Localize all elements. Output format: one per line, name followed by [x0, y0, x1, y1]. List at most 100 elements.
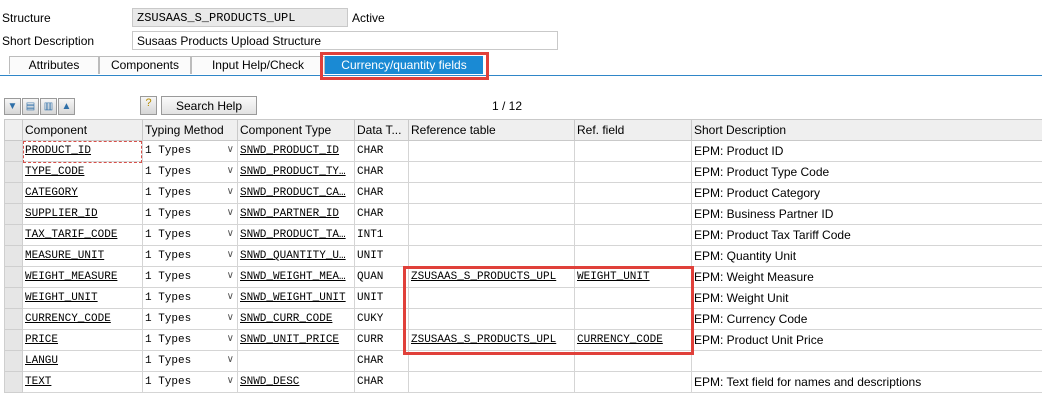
row-selector[interactable]	[4, 371, 23, 393]
tab-attributes[interactable]: Attributes	[9, 56, 99, 74]
row-selector[interactable]	[4, 308, 23, 330]
component-cell[interactable]: TYPE_CODE	[22, 161, 143, 183]
short-description-field[interactable]: Susaas Products Upload Structure	[132, 31, 558, 50]
component-cell[interactable]: PRICE	[22, 329, 143, 351]
component-type-cell[interactable]: SNWD_PRODUCT_TY…	[237, 161, 355, 183]
row-selector[interactable]	[4, 203, 23, 225]
typing-method-cell[interactable]: 1 Types ∨	[142, 203, 238, 225]
component-cell[interactable]: PRODUCT_ID	[22, 140, 143, 162]
col-component-type[interactable]: Component Type	[237, 119, 355, 141]
reference-table-cell[interactable]	[408, 371, 575, 393]
ref-field-cell[interactable]	[574, 308, 692, 330]
reference-table-cell[interactable]	[408, 224, 575, 246]
expand-all-icon[interactable]: ▼	[4, 97, 21, 115]
row-selector[interactable]	[4, 224, 23, 246]
typing-method-cell[interactable]: 1 Types ∨	[142, 245, 238, 267]
chevron-down-icon[interactable]: ∨	[227, 375, 234, 387]
ref-field-cell[interactable]	[574, 140, 692, 162]
chevron-down-icon[interactable]: ∨	[227, 144, 234, 156]
component-cell[interactable]: WEIGHT_MEASURE	[22, 266, 143, 288]
component-cell[interactable]: WEIGHT_UNIT	[22, 287, 143, 309]
ref-field-cell[interactable]	[574, 224, 692, 246]
col-typing-method[interactable]: Typing Method	[142, 119, 238, 141]
component-type-cell[interactable]: SNWD_PRODUCT_ID	[237, 140, 355, 162]
ref-field-cell[interactable]	[574, 245, 692, 267]
reference-table-cell[interactable]	[408, 161, 575, 183]
typing-method-cell[interactable]: 1 Types ∨	[142, 371, 238, 393]
reference-table-cell[interactable]: ZSUSAAS_S_PRODUCTS_UPL	[408, 266, 575, 288]
component-cell[interactable]: CATEGORY	[22, 182, 143, 204]
ref-field-cell[interactable]	[574, 161, 692, 183]
ref-field-cell[interactable]	[574, 350, 692, 372]
reference-table-cell[interactable]	[408, 182, 575, 204]
reference-table-cell[interactable]	[408, 350, 575, 372]
delete-row-icon[interactable]: ▥	[40, 97, 57, 115]
typing-method-cell[interactable]: 1 Types ∨	[142, 329, 238, 351]
component-type-cell[interactable]: SNWD_WEIGHT_UNIT	[237, 287, 355, 309]
row-selector[interactable]	[4, 329, 23, 351]
tab-input-help-check[interactable]: Input Help/Check	[191, 56, 325, 74]
component-cell[interactable]: TEXT	[22, 371, 143, 393]
chevron-down-icon[interactable]: ∨	[227, 312, 234, 324]
row-selector[interactable]	[4, 266, 23, 288]
row-selector[interactable]	[4, 161, 23, 183]
component-type-cell[interactable]: SNWD_UNIT_PRICE	[237, 329, 355, 351]
component-type-cell[interactable]: SNWD_PRODUCT_CA…	[237, 182, 355, 204]
component-cell[interactable]: MEASURE_UNIT	[22, 245, 143, 267]
reference-table-cell[interactable]	[408, 308, 575, 330]
chevron-down-icon[interactable]: ∨	[227, 249, 234, 261]
ref-field-cell[interactable]	[574, 287, 692, 309]
typing-method-cell[interactable]: 1 Types ∨	[142, 266, 238, 288]
component-type-cell[interactable]: SNWD_PARTNER_ID	[237, 203, 355, 225]
component-type-cell[interactable]: SNWD_QUANTITY_U…	[237, 245, 355, 267]
typing-method-cell[interactable]: 1 Types ∨	[142, 140, 238, 162]
component-type-cell[interactable]: SNWD_PRODUCT_TA…	[237, 224, 355, 246]
component-cell[interactable]: TAX_TARIF_CODE	[22, 224, 143, 246]
chevron-down-icon[interactable]: ∨	[227, 228, 234, 240]
reference-table-cell[interactable]: ZSUSAAS_S_PRODUCTS_UPL	[408, 329, 575, 351]
col-component[interactable]: Component	[22, 119, 143, 141]
reference-table-cell[interactable]	[408, 140, 575, 162]
ref-field-cell[interactable]: WEIGHT_UNIT	[574, 266, 692, 288]
chevron-down-icon[interactable]: ∨	[227, 165, 234, 177]
structure-name-field[interactable]: ZSUSAAS_S_PRODUCTS_UPL	[132, 8, 348, 27]
col-reference-table[interactable]: Reference table	[408, 119, 575, 141]
chevron-down-icon[interactable]: ∨	[227, 291, 234, 303]
row-selector[interactable]	[4, 140, 23, 162]
col-short-description[interactable]: Short Description	[691, 119, 1042, 141]
typing-method-cell[interactable]: 1 Types ∨	[142, 350, 238, 372]
chevron-down-icon[interactable]: ∨	[227, 354, 234, 366]
chevron-down-icon[interactable]: ∨	[227, 333, 234, 345]
typing-method-cell[interactable]: 1 Types ∨	[142, 308, 238, 330]
row-selector[interactable]	[4, 182, 23, 204]
chevron-down-icon[interactable]: ∨	[227, 186, 234, 198]
search-help-icon[interactable]: ?	[140, 96, 157, 115]
component-type-cell[interactable]: SNWD_DESC	[237, 371, 355, 393]
typing-method-cell[interactable]: 1 Types ∨	[142, 161, 238, 183]
component-type-cell[interactable]: SNWD_CURR_CODE	[237, 308, 355, 330]
component-cell[interactable]: LANGU	[22, 350, 143, 372]
search-help-button[interactable]: Search Help	[161, 96, 257, 115]
chevron-down-icon[interactable]: ∨	[227, 270, 234, 282]
col-data-type[interactable]: Data T...	[354, 119, 409, 141]
chevron-down-icon[interactable]: ∨	[227, 207, 234, 219]
ref-field-cell[interactable]	[574, 182, 692, 204]
insert-row-icon[interactable]: ▤	[22, 97, 39, 115]
reference-table-cell[interactable]	[408, 287, 575, 309]
col-ref-field[interactable]: Ref. field	[574, 119, 692, 141]
row-selector[interactable]	[4, 350, 23, 372]
typing-method-cell[interactable]: 1 Types ∨	[142, 287, 238, 309]
component-cell[interactable]: SUPPLIER_ID	[22, 203, 143, 225]
reference-table-cell[interactable]	[408, 245, 575, 267]
typing-method-cell[interactable]: 1 Types ∨	[142, 224, 238, 246]
row-selector[interactable]	[4, 287, 23, 309]
collapse-all-icon[interactable]: ▲	[58, 97, 75, 115]
component-cell[interactable]: CURRENCY_CODE	[22, 308, 143, 330]
ref-field-cell[interactable]	[574, 203, 692, 225]
ref-field-cell[interactable]: CURRENCY_CODE	[574, 329, 692, 351]
component-type-cell[interactable]: SNWD_WEIGHT_MEA…	[237, 266, 355, 288]
row-selector[interactable]	[4, 245, 23, 267]
typing-method-cell[interactable]: 1 Types ∨	[142, 182, 238, 204]
reference-table-cell[interactable]	[408, 203, 575, 225]
component-type-cell[interactable]	[237, 350, 355, 372]
